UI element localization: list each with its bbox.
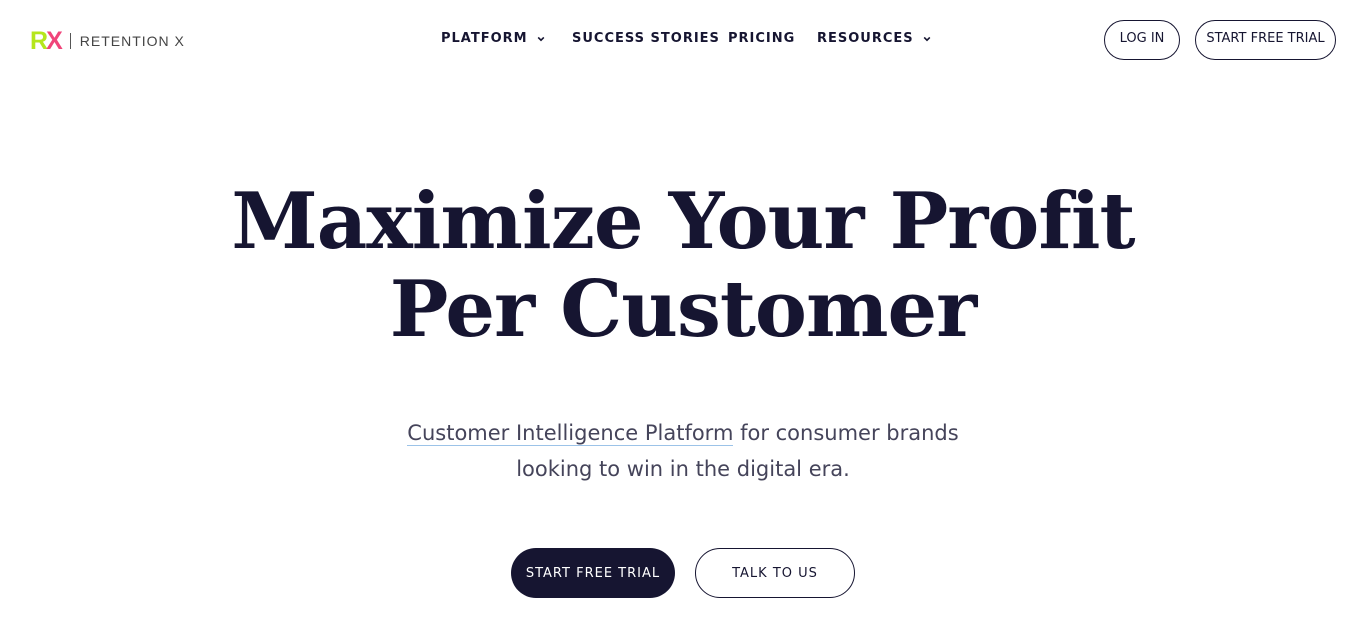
nav-item-success-stories[interactable]: SUCCESS STORIES xyxy=(572,31,720,46)
chevron-down-icon xyxy=(537,36,544,41)
nav-item-pricing[interactable]: PRICING xyxy=(728,31,795,46)
site-header: RX RETENTION X PLATFORM SUCCESS STORIES … xyxy=(0,0,1366,80)
nav-item-label: PRICING xyxy=(728,31,796,46)
login-button[interactable]: LOG IN xyxy=(1104,20,1180,60)
talk-to-us-button[interactable]: TALK TO US xyxy=(695,548,855,598)
chevron-down-icon xyxy=(923,36,931,41)
hero-subtitle-text: for consumer brands xyxy=(733,421,959,445)
nav-item-resources[interactable]: RESOURCES xyxy=(817,31,931,46)
hero-title-line-1: Maximize Your Profit xyxy=(231,176,1135,267)
hero-subtitle: Customer Intelligence Platform for consu… xyxy=(0,415,1366,487)
nav-item-label: RESOURCES xyxy=(817,31,914,46)
nav-item-label: SUCCESS STORIES xyxy=(572,31,720,46)
nav-item-platform[interactable]: PLATFORM xyxy=(441,31,545,46)
cta-row: START FREE TRIAL TALK TO US xyxy=(0,548,1366,598)
start-free-trial-button[interactable]: START FREE TRIAL xyxy=(511,548,675,598)
customer-intelligence-platform-link[interactable]: Customer Intelligence Platform xyxy=(407,421,734,446)
nav-item-label: PLATFORM xyxy=(441,31,528,46)
hero-title-line-2: Per Customer xyxy=(389,264,977,355)
hero-subtitle-line-2: looking to win in the digital era. xyxy=(516,457,850,481)
start-free-trial-header-button[interactable]: START FREE TRIAL xyxy=(1195,20,1336,60)
hero-title: Maximize Your Profit Per Customer xyxy=(0,178,1366,354)
